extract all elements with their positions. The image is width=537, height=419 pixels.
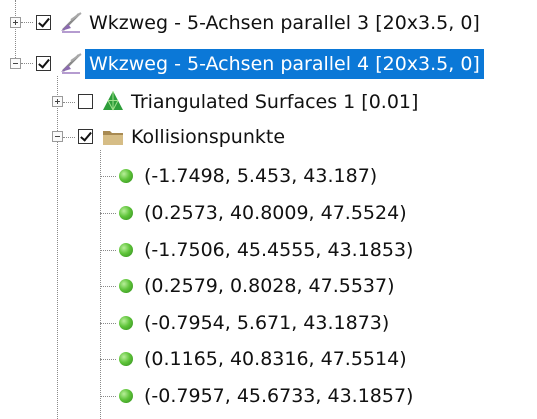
point-icon [119, 206, 133, 220]
folder-icon [103, 131, 123, 145]
point-coordinates: (-0.7954, 5.671, 43.1873) [144, 312, 390, 334]
collision-point-item[interactable]: (-0.7957, 45.6733, 43.1857) [0, 378, 537, 414]
toolpath-icon [61, 12, 82, 33]
tree-item-toolpath-4[interactable]: Wkzweg - 5-Achsen parallel 4 [20x3.5, 0] [0, 46, 537, 82]
visibility-checkbox[interactable] [36, 15, 51, 30]
tree-item-label: Triangulated Surfaces 1 [0.01] [131, 91, 419, 113]
visibility-checkbox[interactable] [78, 129, 93, 144]
point-coordinates: (-1.7498, 5.453, 43.187) [144, 165, 378, 187]
object-tree: Wkzweg - 5-Achsen parallel 3 [20x3.5, 0]… [0, 0, 537, 419]
point-coordinates: (0.2579, 0.8028, 47.5537) [144, 275, 395, 297]
point-icon [119, 389, 133, 403]
point-icon [119, 316, 133, 330]
expand-toggle[interactable] [52, 96, 63, 107]
collision-point-item[interactable]: (-0.7954, 5.671, 43.1873) [0, 305, 537, 341]
expand-toggle[interactable] [10, 17, 21, 28]
tree-item-label: Kollisionspunkte [131, 126, 286, 148]
collision-point-item[interactable]: (-1.7498, 5.453, 43.187) [0, 158, 537, 194]
point-coordinates: (0.1165, 40.8316, 47.5514) [144, 348, 407, 370]
visibility-checkbox[interactable] [36, 56, 51, 71]
point-icon [119, 169, 133, 183]
visibility-checkbox[interactable] [78, 94, 93, 109]
point-icon [119, 243, 133, 257]
point-coordinates: (-0.7957, 45.6733, 43.1857) [144, 385, 414, 407]
tree-item-label: Wkzweg - 5-Achsen parallel 4 [20x3.5, 0] [85, 49, 484, 79]
point-icon [119, 352, 133, 366]
point-coordinates: (0.2573, 40.8009, 47.5524) [144, 202, 407, 224]
collapse-toggle[interactable] [10, 58, 21, 69]
point-icon [119, 279, 133, 293]
collision-point-item[interactable]: (0.2573, 40.8009, 47.5524) [0, 195, 537, 231]
collision-point-item[interactable]: (-1.7506, 45.4555, 43.1853) [0, 232, 537, 268]
collapse-toggle[interactable] [52, 131, 63, 142]
tree-item-triangulated-surfaces[interactable]: Triangulated Surfaces 1 [0.01] [0, 84, 537, 120]
tree-item-toolpath-3[interactable]: Wkzweg - 5-Achsen parallel 3 [20x3.5, 0] [0, 5, 537, 41]
point-coordinates: (-1.7506, 45.4555, 43.1853) [144, 239, 414, 261]
triangle-surface-icon [103, 91, 123, 111]
tree-item-label: Wkzweg - 5-Achsen parallel 3 [20x3.5, 0] [89, 12, 480, 34]
collision-point-item[interactable]: (0.2579, 0.8028, 47.5537) [0, 268, 537, 304]
tree-item-kollisionspunkte[interactable]: Kollisionspunkte [0, 119, 537, 155]
collision-point-item[interactable]: (0.1165, 40.8316, 47.5514) [0, 341, 537, 377]
toolpath-icon [61, 53, 82, 74]
